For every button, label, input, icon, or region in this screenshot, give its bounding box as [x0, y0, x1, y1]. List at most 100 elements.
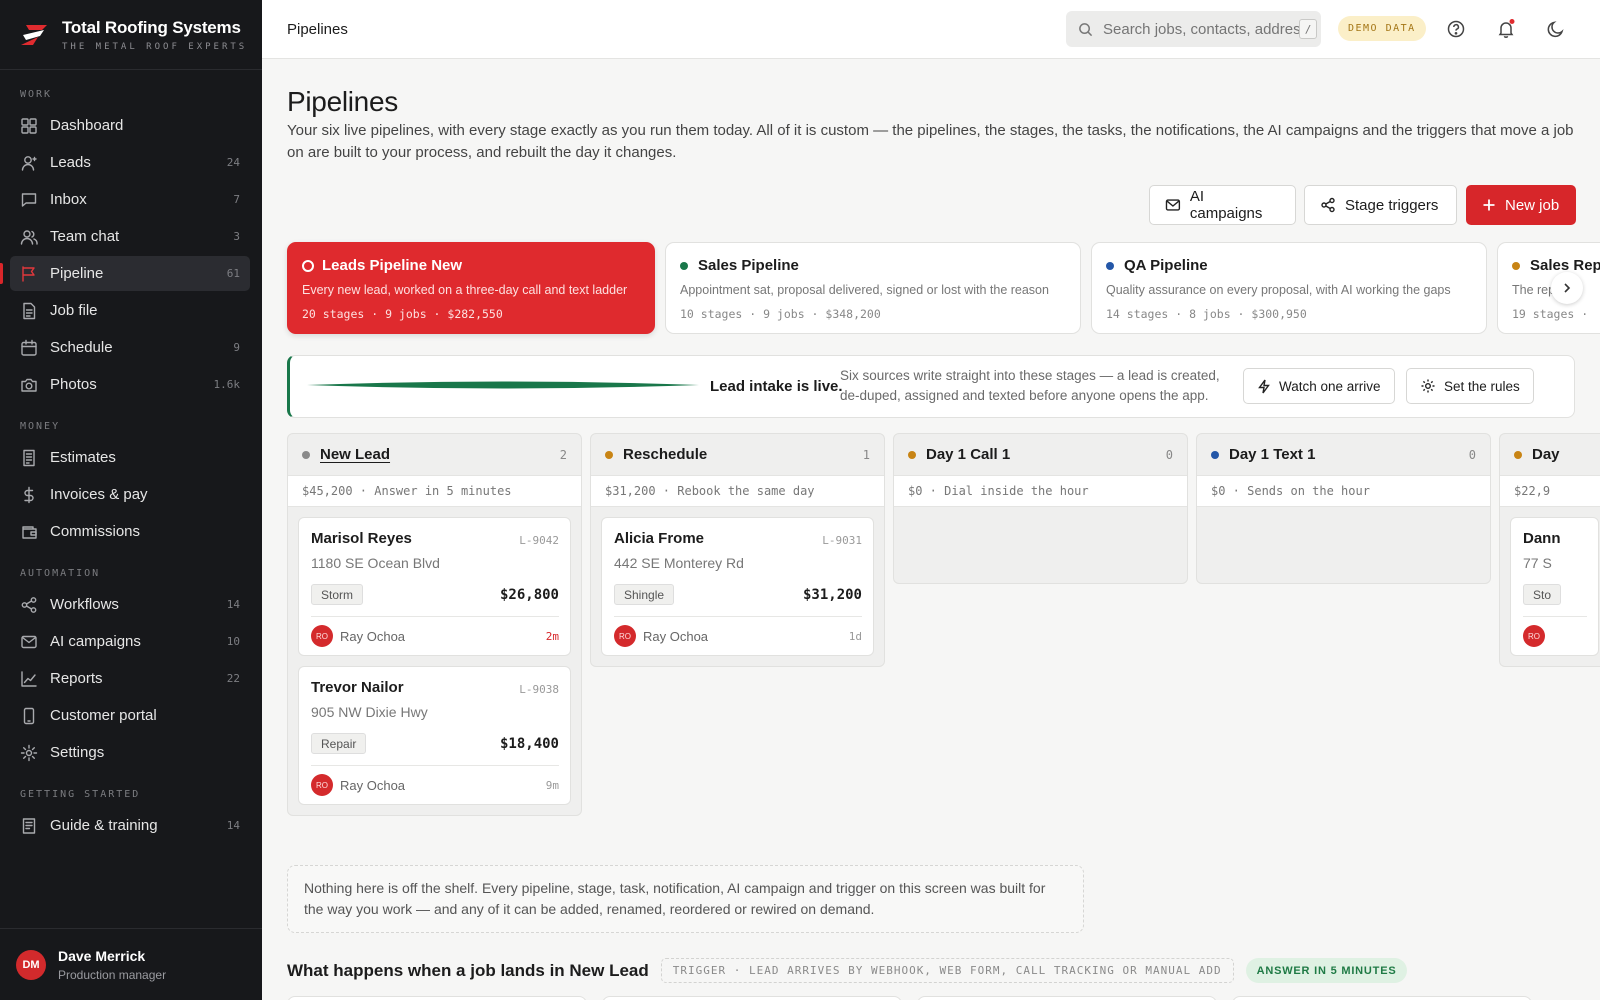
mail-icon — [1165, 199, 1181, 211]
intake-live-label: Lead intake is live. — [710, 378, 843, 395]
sidebar-item-pipeline[interactable]: Pipeline 61 — [0, 256, 250, 291]
avatar: DM — [16, 949, 46, 980]
stage-column[interactable]: Day $22,9 Dann 77 S Sto RO — [1499, 433, 1600, 667]
stage-column[interactable]: Day 1 Text 1 0 $0 · Sends on the hour — [1196, 433, 1491, 584]
search-shortcut: / — [1299, 19, 1317, 39]
user-profile[interactable]: DM Dave Merrick Production manager — [0, 928, 262, 1000]
sidebar-item-label: Dashboard — [50, 117, 124, 134]
stage-header[interactable]: Day — [1500, 434, 1600, 476]
chart-icon — [21, 670, 37, 687]
sidebar-item-label: Commissions — [50, 523, 141, 540]
trigger-pill: TRIGGER · LEAD ARRIVES BY WEBHOOK, WEB F… — [660, 958, 1234, 983]
sidebar-item-count: 9 — [233, 341, 240, 354]
mail-icon — [21, 635, 37, 648]
new-job-button[interactable]: New job — [1466, 185, 1576, 225]
owner-name: Ray Ochoa — [340, 628, 406, 644]
sidebar-item-customer-portal[interactable]: Customer portal — [10, 698, 250, 733]
stage-header[interactable]: New Lead 2 — [288, 434, 581, 476]
plus-icon — [1483, 199, 1495, 211]
page-title: Pipelines — [287, 86, 398, 117]
sidebar-item-ai-campaigns[interactable]: AI campaigns 10 — [10, 624, 250, 659]
sidebar-item-schedule[interactable]: Schedule 9 — [10, 330, 250, 365]
help-icon[interactable] — [1446, 19, 1466, 39]
pipeline-card-leads[interactable]: Leads Pipeline New Every new lead, worke… — [287, 242, 655, 334]
sidebar-item-count: 61 — [226, 267, 240, 280]
sidebar-item-dashboard[interactable]: Dashboard — [10, 108, 250, 143]
demo-data-badge: DEMO DATA — [1338, 16, 1426, 41]
search-bar[interactable]: / — [1066, 11, 1321, 47]
brand-logo-icon — [21, 24, 47, 45]
stage-column[interactable]: New Lead 2 $45,200 · Answer in 5 minutes Ma… — [287, 433, 582, 816]
sidebar-item-commissions[interactable]: Commissions — [10, 514, 250, 549]
job-card[interactable]: Dann 77 S Sto RO — [1510, 517, 1599, 656]
stage-header[interactable]: Reschedule 1 — [591, 434, 884, 476]
sidebar-item-count: 7 — [233, 193, 240, 206]
sidebar-item-label: Inbox — [50, 191, 87, 208]
pipeline-card-sales[interactable]: Sales Pipeline Appointment sat, proposal… — [665, 242, 1081, 334]
sidebar-item-label: Team chat — [50, 228, 120, 245]
sidebar-item-estimates[interactable]: Estimates — [10, 440, 250, 475]
section-title: What happens when a job lands in New Lea… — [287, 960, 649, 980]
stage-triggers-button[interactable]: Stage triggers — [1304, 185, 1457, 225]
step-card — [917, 996, 1217, 1000]
dark-mode-icon[interactable] — [1546, 19, 1566, 39]
sidebar-item-job-file[interactable]: Job file — [10, 293, 250, 328]
watch-one-arrive-button[interactable]: Watch one arrive — [1243, 368, 1395, 404]
sidebar-item-guide-training[interactable]: Guide & training 14 — [10, 808, 250, 843]
sidebar-item-photos[interactable]: Photos 1.6k — [10, 367, 250, 402]
job-address: 905 NW Dixie Hwy — [311, 704, 428, 720]
sidebar-item-workflows[interactable]: Workflows 14 — [10, 587, 250, 622]
dollar-icon — [24, 486, 34, 503]
stage-count: 0 — [1165, 447, 1173, 462]
sidebar-item-count: 24 — [226, 156, 240, 169]
sidebar-item-reports[interactable]: Reports 22 — [10, 661, 250, 696]
stage-header[interactable]: Day 1 Call 1 0 — [894, 434, 1187, 476]
share-icon — [1321, 197, 1335, 213]
sidebar-item-count: 22 — [226, 672, 240, 685]
job-card[interactable]: Trevor Nailor L-9038 905 NW Dixie Hwy Repai… — [298, 666, 571, 805]
sidebar-item-inbox[interactable]: Inbox 7 — [10, 182, 250, 217]
sidebar-nav: WORK Dashboard Leads 24 Inbox 7 Team chat 3 Pipe… — [0, 70, 262, 843]
stage-dot — [1211, 450, 1219, 459]
job-address: 77 S — [1523, 555, 1552, 571]
wallet-icon — [22, 525, 37, 539]
stage-column[interactable]: Reschedule 1 $31,200 · Rebook the same day… — [590, 433, 885, 667]
brand[interactable]: Total Roofing Systems THE METAL ROOF EXP… — [0, 0, 262, 70]
set-the-rules-button[interactable]: Set the rules — [1406, 368, 1534, 404]
stage-summary: $0 · Dial inside the hour — [894, 476, 1187, 507]
dashboard-icon — [21, 117, 37, 134]
chevron-right-icon — [1564, 283, 1571, 293]
page-intro: Your six live pipelines, with every stag… — [287, 122, 1574, 161]
owner-avatar: RO — [311, 625, 333, 647]
sidebar-item-team-chat[interactable]: Team chat 3 — [10, 219, 250, 254]
share-icon — [21, 596, 37, 613]
watch-label: Watch one arrive — [1279, 378, 1381, 394]
sidebar-item-label: Invoices & pay — [50, 486, 148, 503]
stage-header[interactable]: Day 1 Text 1 0 — [1197, 434, 1490, 476]
selected-ring-icon — [302, 259, 314, 272]
pipeline-card-sales-rep[interactable]: Sales Rep The rep 19 stages · — [1497, 242, 1600, 334]
custom-note: Nothing here is off the shelf. Every pip… — [287, 865, 1084, 933]
ai-campaigns-label: AI campaigns — [1189, 188, 1263, 222]
stage-count: 0 — [1468, 447, 1476, 462]
ai-campaigns-button[interactable]: AI campaigns — [1149, 185, 1296, 225]
stage-summary: $45,200 · Answer in 5 minutes — [288, 476, 581, 507]
bell-icon[interactable] — [1496, 19, 1516, 39]
sidebar-item-invoices-pay[interactable]: Invoices & pay — [10, 477, 250, 512]
user-role: Production manager — [58, 967, 167, 982]
step-card — [1232, 996, 1532, 1000]
job-card[interactable]: Marisol Reyes L-9042 1180 SE Ocean Blvd Sto… — [298, 517, 571, 656]
search-icon — [1079, 22, 1093, 36]
job-tag: Sto — [1523, 584, 1562, 605]
status-dot — [680, 261, 688, 270]
scroll-right-button[interactable] — [1551, 272, 1583, 304]
pipeline-card-qa[interactable]: QA Pipeline Quality assurance on every p… — [1091, 242, 1487, 334]
search-input[interactable] — [1103, 20, 1299, 38]
stage-column[interactable]: Day 1 Call 1 0 $0 · Dial inside the hour — [893, 433, 1188, 584]
stage-dot — [1514, 450, 1522, 459]
sidebar-item-settings[interactable]: Settings — [10, 735, 250, 770]
sidebar-item-leads[interactable]: Leads 24 — [10, 145, 250, 180]
camera-icon — [21, 378, 37, 392]
job-card[interactable]: Alicia Frome L-9031 442 SE Monterey Rd Shin… — [601, 517, 874, 656]
empty-stage-area — [894, 507, 1187, 583]
